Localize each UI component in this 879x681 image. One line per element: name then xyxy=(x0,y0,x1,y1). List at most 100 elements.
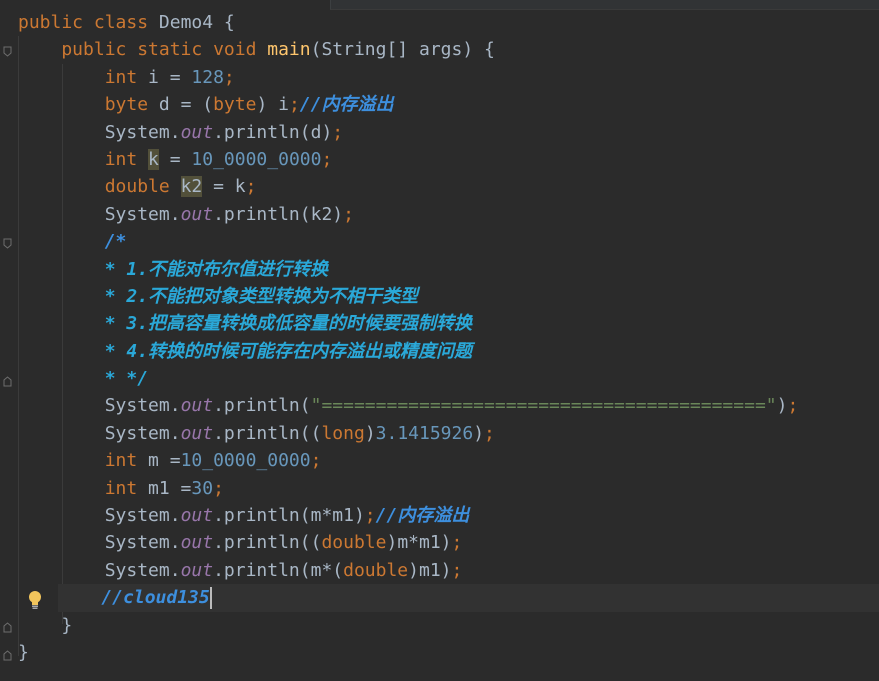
code-token: int xyxy=(18,148,149,170)
code-line[interactable]: double k2 = k; xyxy=(18,173,819,200)
code-line[interactable]: int k = 10_0000_0000; xyxy=(18,146,819,173)
code-token: .println(( xyxy=(213,532,322,554)
code-token: (String[] args) { xyxy=(310,39,495,61)
code-token: double xyxy=(18,176,181,198)
code-line[interactable]: System.out.println(m*m1);//内存溢出 xyxy=(18,502,819,529)
code-token: .println(( xyxy=(213,422,322,444)
code-token: System. xyxy=(18,422,181,444)
code-token: System. xyxy=(18,203,181,225)
code-token: System. xyxy=(18,395,181,417)
code-line[interactable]: System.out.println(k2); xyxy=(18,201,819,228)
code-token: = xyxy=(158,148,192,170)
code-token: Demo4 { xyxy=(158,12,235,33)
code-line[interactable]: * 4.转换的时候可能存在内存溢出或精度问题 xyxy=(18,338,819,365)
code-token: .println(k2) xyxy=(213,203,344,225)
code-token: ; xyxy=(288,94,300,116)
code-token: ; xyxy=(310,450,322,472)
code-token: ) xyxy=(776,395,788,417)
text-caret xyxy=(209,587,212,610)
code-token: ; xyxy=(321,148,333,170)
code-token: k xyxy=(148,148,159,170)
code-token: ; xyxy=(364,505,376,527)
code-token: } xyxy=(18,641,29,663)
code-token: * 3.把高容量转换成低容量的时候要强制转换 xyxy=(18,313,473,335)
code-token: System. xyxy=(18,121,181,143)
code-line[interactable]: int m =10_0000_0000; xyxy=(18,447,819,474)
code-token: ; xyxy=(451,532,463,554)
code-token: System. xyxy=(18,505,181,527)
code-line[interactable]: //cloud135 xyxy=(58,584,879,612)
code-token: 3.1415926 xyxy=(375,422,474,444)
code-token: * 4.转换的时候可能存在内存溢出或精度问题 xyxy=(18,340,473,362)
code-token: System. xyxy=(18,532,181,554)
lightbulb-icon[interactable] xyxy=(27,590,43,610)
code-token: ; xyxy=(213,477,224,499)
code-line[interactable]: System.out.println(m*(double)m1); xyxy=(18,557,819,584)
fold-marker-icon[interactable] xyxy=(3,238,12,249)
code-token: out xyxy=(180,559,214,581)
code-token: )m1) xyxy=(408,559,452,581)
code-line[interactable]: int i = 128; xyxy=(18,64,819,91)
code-token: byte xyxy=(213,94,257,116)
code-token: byte xyxy=(18,94,159,116)
code-token: 128 xyxy=(191,66,224,88)
code-line[interactable]: public class Demo4 { xyxy=(18,9,819,36)
code-area[interactable]: public class Demo4 { public static void … xyxy=(18,9,879,666)
code-token: ; xyxy=(343,203,354,225)
code-token: int xyxy=(18,450,149,472)
code-token: .println(m*m1) xyxy=(213,505,365,527)
code-token: i = xyxy=(148,66,192,88)
code-line[interactable]: * */ xyxy=(18,365,819,392)
code-token: ) xyxy=(364,422,376,444)
code-token: public static void xyxy=(18,39,268,61)
code-line[interactable]: System.out.println("====================… xyxy=(18,392,819,419)
fold-marker-icon[interactable] xyxy=(3,376,12,387)
code-token: 10_0000_0000 xyxy=(191,148,322,170)
code-token: * 1.不能对布尔值进行转换 xyxy=(18,258,329,280)
code-token: = k xyxy=(202,176,246,198)
code-token: m = xyxy=(148,450,181,472)
code-token: "=======================================… xyxy=(310,395,777,417)
code-token: main xyxy=(267,39,311,61)
code-line[interactable]: byte d = (byte) i;//内存溢出 xyxy=(18,91,819,118)
code-token: 10_0000_0000 xyxy=(180,450,311,472)
code-token: out xyxy=(180,422,214,444)
code-token: .println( xyxy=(213,395,311,417)
code-line[interactable]: } xyxy=(18,639,819,666)
code-line[interactable]: System.out.println(d); xyxy=(18,119,819,146)
code-token: } xyxy=(18,614,73,636)
fold-marker-icon[interactable] xyxy=(3,46,12,57)
code-token: ; xyxy=(223,66,235,88)
code-token: )m*m1) xyxy=(386,532,452,554)
code-line[interactable]: * 3.把高容量转换成低容量的时候要强制转换 xyxy=(18,310,819,337)
code-token: d = ( xyxy=(158,94,214,116)
code-line[interactable]: int m1 =30; xyxy=(18,475,819,502)
code-token: .println(m*( xyxy=(213,559,344,581)
code-token: out xyxy=(180,121,214,143)
code-token: out xyxy=(180,505,214,527)
code-editor[interactable]: public class Demo4 { public static void … xyxy=(0,0,879,681)
code-token: ; xyxy=(332,121,344,143)
code-token: //内存溢出 xyxy=(299,94,394,116)
code-token: long xyxy=(321,422,365,444)
code-token: int xyxy=(18,477,149,499)
code-line[interactable]: } xyxy=(18,612,819,639)
code-line[interactable]: System.out.println((long)3.1415926); xyxy=(18,420,819,447)
fold-marker-icon[interactable] xyxy=(3,622,12,633)
code-token: * 2.不能把对象类型转换为不相干类型 xyxy=(18,285,419,307)
code-token: //cloud135 xyxy=(58,587,210,609)
code-line[interactable]: * 1.不能对布尔值进行转换 xyxy=(18,256,819,283)
code-token: * */ xyxy=(18,368,149,390)
code-token: k2 xyxy=(180,176,203,198)
code-token: .println(d) xyxy=(213,121,333,143)
code-line[interactable]: * 2.不能把对象类型转换为不相干类型 xyxy=(18,283,819,310)
code-line[interactable]: public static void main(String[] args) { xyxy=(18,36,819,63)
code-token: ; xyxy=(451,559,463,581)
code-line[interactable]: /* xyxy=(18,228,819,255)
fold-marker-icon[interactable] xyxy=(3,650,12,661)
code-line[interactable]: System.out.println((double)m*m1); xyxy=(18,529,819,556)
code-token: double xyxy=(321,532,387,554)
code-token: //内存溢出 xyxy=(375,505,470,527)
code-token: public class xyxy=(18,12,159,33)
code-token: ; xyxy=(787,395,799,417)
